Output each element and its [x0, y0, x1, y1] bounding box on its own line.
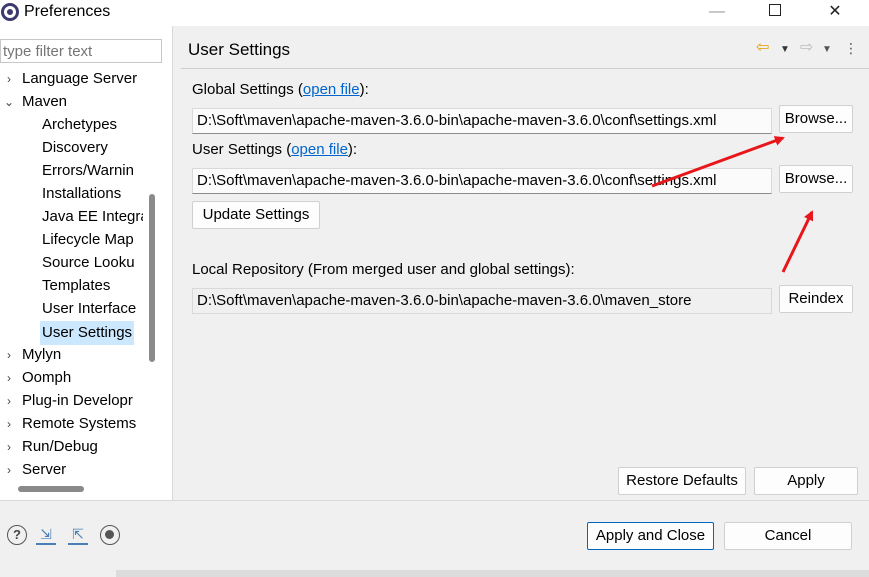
tree-item-label: User Interface [42, 300, 137, 317]
tree-item-label: Lifecycle Map [42, 231, 134, 248]
expand-arrow-icon[interactable]: › [0, 459, 18, 481]
user-browse-button[interactable]: Browse... [779, 165, 853, 193]
tree-item-label: Templates [42, 277, 111, 294]
preferences-tree: › Language Server ⌄ Maven Archetypes Discover… [0, 68, 143, 482]
update-settings-button[interactable]: Update Settings [192, 201, 320, 229]
tree-item-label: Archetypes [42, 116, 118, 133]
tree-item-label: Installations [42, 185, 122, 202]
restore-defaults-button[interactable]: Restore Defaults [618, 467, 746, 495]
global-settings-label-suffix: ): [359, 81, 369, 98]
window-title: Preferences [24, 3, 111, 20]
dialog-footer: ? ⇲ ⇱ Apply and Close Cancel [0, 501, 869, 577]
tree-item-label: Mylyn [22, 346, 62, 363]
tree-item-label: Discovery [42, 139, 108, 156]
maximize-icon [769, 4, 781, 17]
tree-item-label: Remote Systems [22, 415, 137, 432]
help-icon[interactable]: ? [7, 525, 27, 545]
user-open-file-link[interactable]: open file [291, 141, 348, 158]
local-repository-field: D:\Soft\maven\apache-maven-3.6.0-bin\apa… [192, 288, 772, 314]
cancel-button[interactable]: Cancel [724, 522, 852, 550]
export-icon[interactable]: ⇱ [68, 525, 88, 545]
tree-item-label: Run/Debug [22, 438, 98, 455]
tree-item-label: User Settings [40, 321, 135, 345]
import-icon[interactable]: ⇲ [36, 525, 56, 545]
page-title: User Settings [188, 40, 291, 59]
tree-item-label: Language Server [22, 70, 138, 87]
header-separator [181, 68, 869, 69]
filter-input[interactable] [0, 39, 162, 63]
apply-button[interactable]: Apply [754, 467, 858, 495]
global-settings-label: Global Settings (open file): [192, 81, 369, 98]
user-settings-label: User Settings (open file): [192, 141, 357, 158]
eclipse-app-icon [1, 3, 19, 21]
title-bar: Preferences — ✕ [0, 0, 869, 26]
global-open-file-link[interactable]: open file [303, 81, 360, 98]
close-button[interactable]: ✕ [812, 0, 858, 26]
expand-arrow-icon[interactable]: › [0, 68, 18, 90]
local-repository-label: Local Repository (From merged user and g… [192, 261, 575, 278]
forward-dropdown-icon[interactable]: ▼ [822, 42, 832, 58]
minimize-button[interactable]: — [694, 0, 740, 26]
expand-arrow-icon[interactable]: › [0, 436, 18, 458]
record-icon[interactable] [100, 525, 120, 545]
apply-and-close-button[interactable]: Apply and Close [587, 522, 714, 550]
maximize-button[interactable] [752, 0, 798, 26]
tree-item-label: Errors/Warnin [42, 162, 134, 179]
tree-item-label: Java EE Integra [42, 208, 143, 225]
expand-arrow-icon[interactable]: › [0, 390, 18, 412]
tree-horizontal-scrollbar[interactable] [18, 486, 84, 492]
collapse-arrow-icon[interactable]: ⌄ [0, 91, 18, 113]
expand-arrow-icon[interactable]: › [0, 367, 18, 389]
reindex-button[interactable]: Reindex [779, 285, 853, 313]
tree-item-label: Plug-in Developr [22, 392, 133, 409]
preferences-sidebar: ›Language Server⌄MavenArchetypesDiscover… [0, 26, 172, 500]
forward-arrow-icon[interactable]: ⇨ [800, 40, 813, 56]
global-settings-label-text: Global Settings ( [192, 81, 303, 98]
tree-item-label: Server [22, 461, 67, 478]
back-arrow-icon[interactable]: ⇦ [756, 40, 769, 56]
global-settings-field[interactable]: D:\Soft\maven\apache-maven-3.6.0-bin\apa… [192, 108, 772, 134]
view-menu-icon[interactable]: ⋮ [844, 40, 858, 56]
global-browse-button[interactable]: Browse... [779, 105, 853, 133]
back-dropdown-icon[interactable]: ▼ [780, 42, 790, 58]
expand-arrow-icon[interactable]: › [0, 413, 18, 435]
expand-arrow-icon[interactable]: › [0, 344, 18, 366]
user-settings-label-text: User Settings ( [192, 141, 292, 158]
user-settings-label-suffix: ): [347, 141, 358, 158]
tree-vertical-scrollbar[interactable] [149, 194, 155, 362]
taskbar-strip [116, 570, 869, 577]
user-settings-field[interactable]: D:\Soft\maven\apache-maven-3.6.0-bin\apa… [192, 168, 772, 194]
tree-item-label: Maven [22, 93, 68, 110]
tree-item-label: Source Looku [42, 254, 135, 271]
preference-page: User Settings ⇦ ▼ ⇨ ▼ ⋮ Global Settings … [173, 26, 869, 500]
tree-item-label: Oomph [22, 369, 72, 386]
